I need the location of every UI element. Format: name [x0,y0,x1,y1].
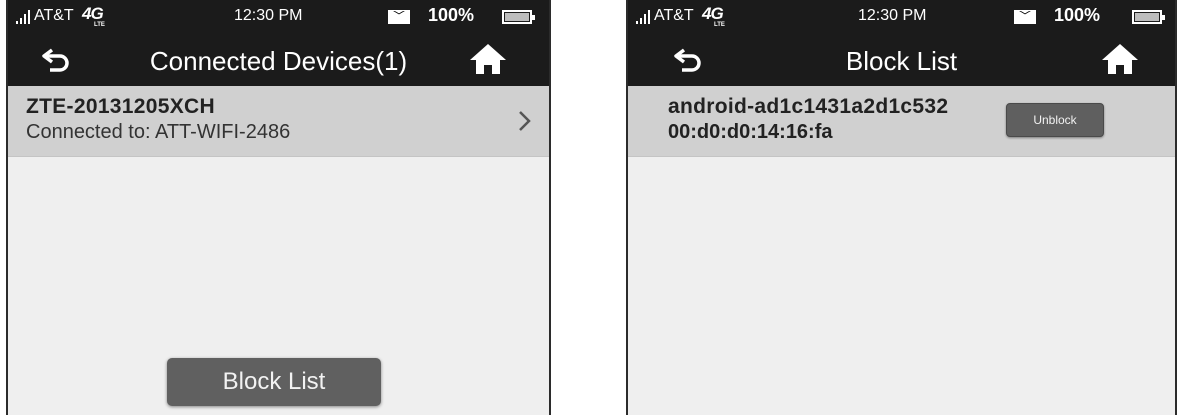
battery-icon [502,10,535,24]
page-title: Block List [845,46,958,76]
block-list-screen: AT&T 4G LTE 12:30 PM 100% Block List andr… [626,0,1177,415]
network-4g-icon: 4G LTE [82,4,105,28]
device-name: android-ad1c1431a2d1c532 [668,95,949,118]
mail-icon [1014,10,1036,24]
device-mac: 00:d0:d0:14:16:fa [668,121,833,143]
home-icon[interactable] [468,42,508,76]
blocked-device-row: android-ad1c1431a2d1c532 00:d0:d0:14:16:… [628,86,1175,157]
chevron-right-icon [519,111,531,131]
signal-icon [636,10,650,24]
connected-devices-screen: AT&T 4G LTE 12:30 PM 100% Connected Devic… [6,0,551,415]
carrier-label: AT&T [654,7,694,24]
battery-icon [1132,10,1165,24]
battery-percent: 100% [1054,5,1101,25]
status-bar: AT&T 4G LTE 12:30 PM 100% [628,0,1175,34]
title-bar: Block List [628,34,1175,86]
carrier-label: AT&T [34,7,74,24]
title-bar: Connected Devices(1) [8,34,549,86]
unblock-button[interactable]: Unblock [1006,103,1104,137]
battery-percent: 100% [428,5,475,25]
device-connection: Connected to: ATT-WIFI-2486 [26,121,291,143]
signal-icon [16,10,30,24]
network-4g-icon: 4G LTE [702,4,725,28]
connected-device-row[interactable]: ZTE-20131205XCH Connected to: ATT-WIFI-2… [8,86,549,157]
status-time: 12:30 PM [234,7,303,24]
status-bar: AT&T 4G LTE 12:30 PM 100% [8,0,549,34]
device-name: ZTE-20131205XCH [26,95,215,118]
status-time: 12:30 PM [858,7,927,24]
block-list-button[interactable]: Block List [167,358,381,406]
mail-icon [388,10,410,24]
home-icon[interactable] [1100,42,1140,76]
